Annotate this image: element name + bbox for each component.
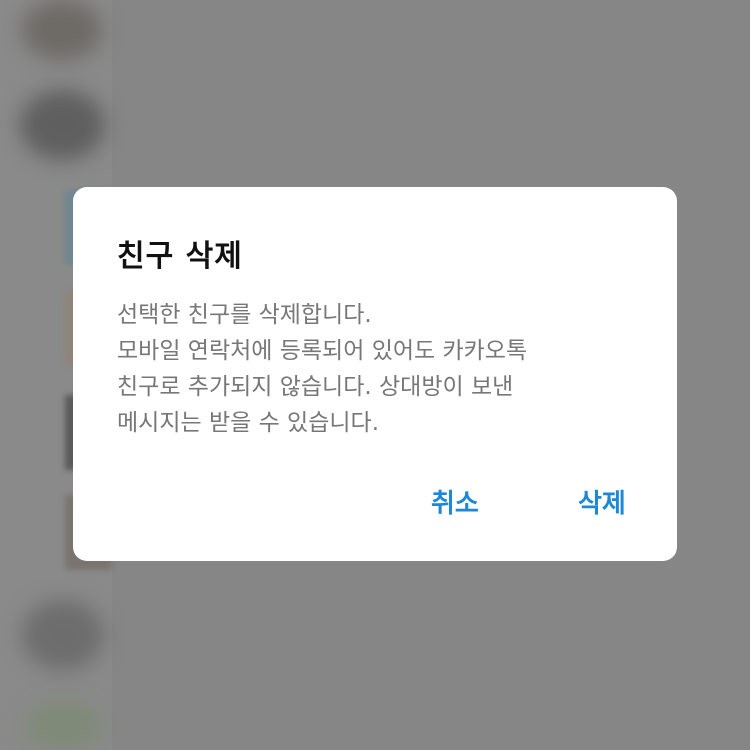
friend-avatar-blurred: [20, 90, 105, 160]
cancel-button[interactable]: 취소: [431, 483, 479, 520]
delete-button[interactable]: 삭제: [578, 483, 626, 520]
dialog-title: 친구 삭제: [117, 239, 243, 274]
delete-friend-dialog: 친구 삭제 선택한 친구를 삭제합니다. 모바일 연락처에 등록되어 있어도 카…: [73, 187, 677, 561]
friend-avatar-blurred: [24, 700, 104, 750]
dialog-message: 선택한 친구를 삭제합니다. 모바일 연락처에 등록되어 있어도 카카오톡 친구…: [117, 302, 528, 436]
friend-avatar-blurred: [22, 0, 102, 60]
friend-avatar-blurred: [22, 600, 104, 670]
